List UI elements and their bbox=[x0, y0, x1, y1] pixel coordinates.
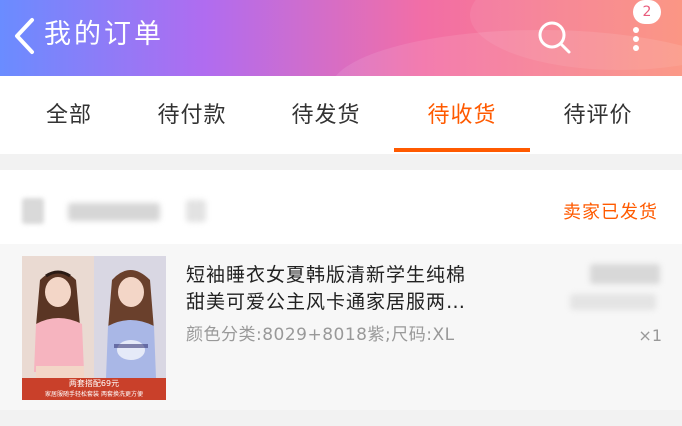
tab-all[interactable]: 全部 bbox=[14, 76, 124, 154]
shop-icon-blurred bbox=[22, 198, 44, 224]
original-price-blurred bbox=[570, 294, 656, 310]
order-status: 卖家已发货 bbox=[563, 202, 658, 223]
thumbnail-caption: 两套搭配69元 bbox=[68, 379, 120, 388]
price-blurred bbox=[590, 264, 660, 284]
product-spec: 颜色分类:8029+8018紫;尺码:XL bbox=[186, 325, 455, 345]
tab-pending-receipt[interactable]: 待收货 bbox=[402, 76, 522, 154]
shop-arrow-blurred bbox=[186, 200, 206, 222]
notification-badge: 2 bbox=[633, 0, 661, 24]
order-item[interactable]: 两套搭配69元 家居服随手轻松套装 两套换洗更方便 短袖睡衣女夏韩版清新学生纯棉… bbox=[0, 244, 682, 410]
tab-pending-payment[interactable]: 待付款 bbox=[132, 76, 252, 154]
product-thumbnail[interactable]: 两套搭配69元 家居服随手轻松套装 两套换洗更方便 bbox=[22, 256, 166, 400]
app-header: 我的订单 2 bbox=[0, 0, 682, 76]
product-title-line: 甜美可爱公主风卡通家居服两… bbox=[186, 291, 467, 313]
product-title[interactable]: 短袖睡衣女夏韩版清新学生纯棉 甜美可爱公主风卡通家居服两… bbox=[186, 262, 526, 316]
tab-pending-review[interactable]: 待评价 bbox=[538, 76, 658, 154]
more-vertical-icon bbox=[633, 27, 639, 51]
shop-name-blurred[interactable] bbox=[68, 203, 160, 221]
back-arrow-icon bbox=[15, 18, 34, 54]
tab-pending-shipment[interactable]: 待发货 bbox=[266, 76, 386, 154]
back-button[interactable] bbox=[8, 16, 40, 56]
active-tab-indicator bbox=[394, 148, 530, 152]
product-title-line: 短袖睡衣女夏韩版清新学生纯棉 bbox=[186, 264, 467, 286]
thumbnail-subcaption: 家居服随手轻松套装 两套换洗更方便 bbox=[45, 391, 143, 398]
search-button[interactable] bbox=[534, 17, 574, 57]
order-tabs: 全部 待付款 待发货 待收货 待评价 bbox=[0, 76, 682, 154]
order-card-header: 卖家已发货 bbox=[0, 170, 682, 244]
quantity: ×1 bbox=[638, 326, 662, 345]
page-title: 我的订单 bbox=[44, 19, 164, 50]
search-icon bbox=[538, 21, 571, 54]
more-button[interactable] bbox=[626, 24, 646, 54]
